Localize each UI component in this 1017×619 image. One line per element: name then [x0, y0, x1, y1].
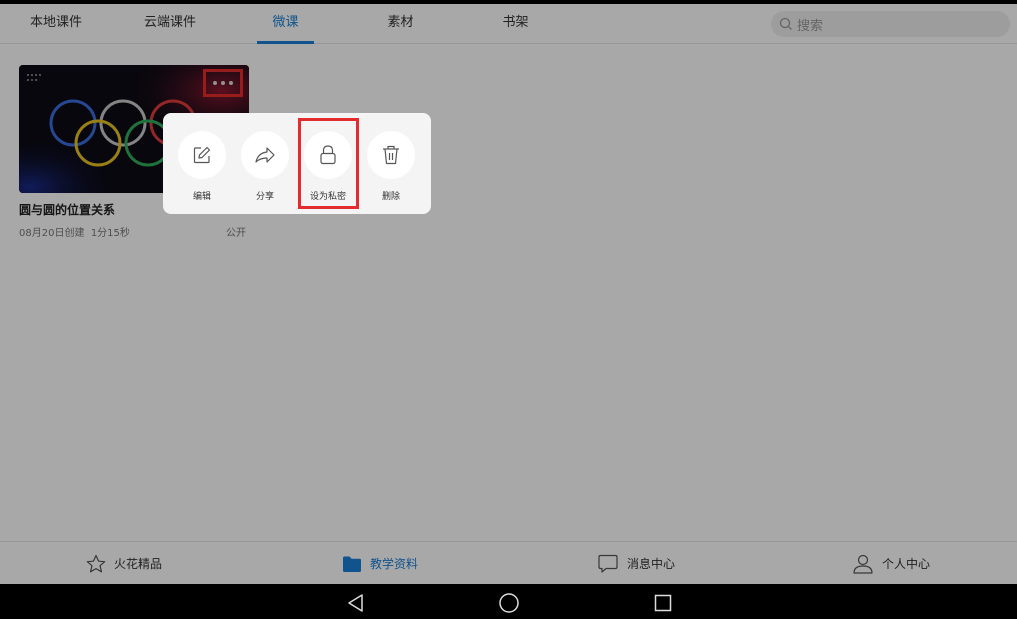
delete-label: 删除 — [381, 192, 400, 202]
recents-square-icon — [654, 594, 672, 612]
edit-circle — [178, 131, 226, 179]
back-triangle-icon — [348, 594, 363, 612]
home-button[interactable] — [498, 592, 520, 614]
system-navigation-bar — [0, 584, 1017, 619]
delete-button[interactable]: 删除 — [361, 131, 421, 202]
share-button[interactable]: 分享 — [235, 131, 295, 202]
modal-overlay[interactable] — [0, 4, 1017, 584]
recents-button[interactable] — [652, 592, 674, 614]
share-icon — [255, 147, 275, 163]
edit-icon — [193, 146, 211, 164]
app-screen: 本地课件 云端课件 微课 素材 书架 搜索 圆与圆的位置关系 08月20日创建 … — [0, 4, 1017, 584]
card-actions-popup: 编辑 分享 设为私密 删除 — [163, 113, 431, 214]
edit-button[interactable]: 编辑 — [172, 131, 232, 202]
share-label: 分享 — [255, 192, 274, 202]
edit-label: 编辑 — [192, 192, 211, 202]
set-private-highlight-box — [298, 118, 359, 209]
back-button[interactable] — [345, 592, 367, 614]
delete-circle — [367, 131, 415, 179]
share-circle — [241, 131, 289, 179]
trash-icon — [383, 145, 399, 165]
home-circle-icon — [499, 593, 519, 613]
